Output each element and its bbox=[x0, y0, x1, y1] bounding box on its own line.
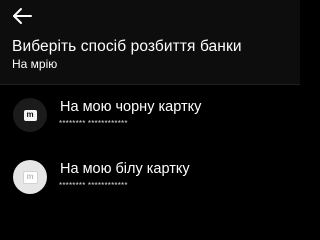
card-options-list: m На мою чорну картку ******** *********… bbox=[0, 85, 300, 207]
card-masked-number: ******** ************ bbox=[59, 119, 128, 128]
page-subtitle: На мрію bbox=[12, 57, 58, 71]
white-card-icon: m bbox=[13, 160, 47, 194]
page-title: Виберіть спосіб розбиття банки bbox=[12, 38, 242, 55]
black-card-option[interactable]: m На мою чорну картку ******** *********… bbox=[0, 85, 300, 145]
black-card-icon: m bbox=[13, 98, 47, 132]
card-masked-number: ******** ************ bbox=[59, 181, 128, 190]
arrow-left-icon bbox=[13, 8, 32, 24]
white-card-option[interactable]: m На мою білу картку ******** **********… bbox=[0, 147, 300, 207]
back-button[interactable] bbox=[10, 4, 34, 28]
mono-logo-icon: m bbox=[23, 109, 37, 121]
card-label: На мою чорну картку bbox=[60, 99, 202, 115]
mono-logo-icon: m bbox=[22, 170, 38, 184]
header: Виберіть спосіб розбиття банки На мрію bbox=[0, 0, 300, 85]
app-screen: Виберіть спосіб розбиття банки На мрію m… bbox=[0, 0, 300, 236]
card-label: На мою білу картку bbox=[60, 161, 190, 177]
